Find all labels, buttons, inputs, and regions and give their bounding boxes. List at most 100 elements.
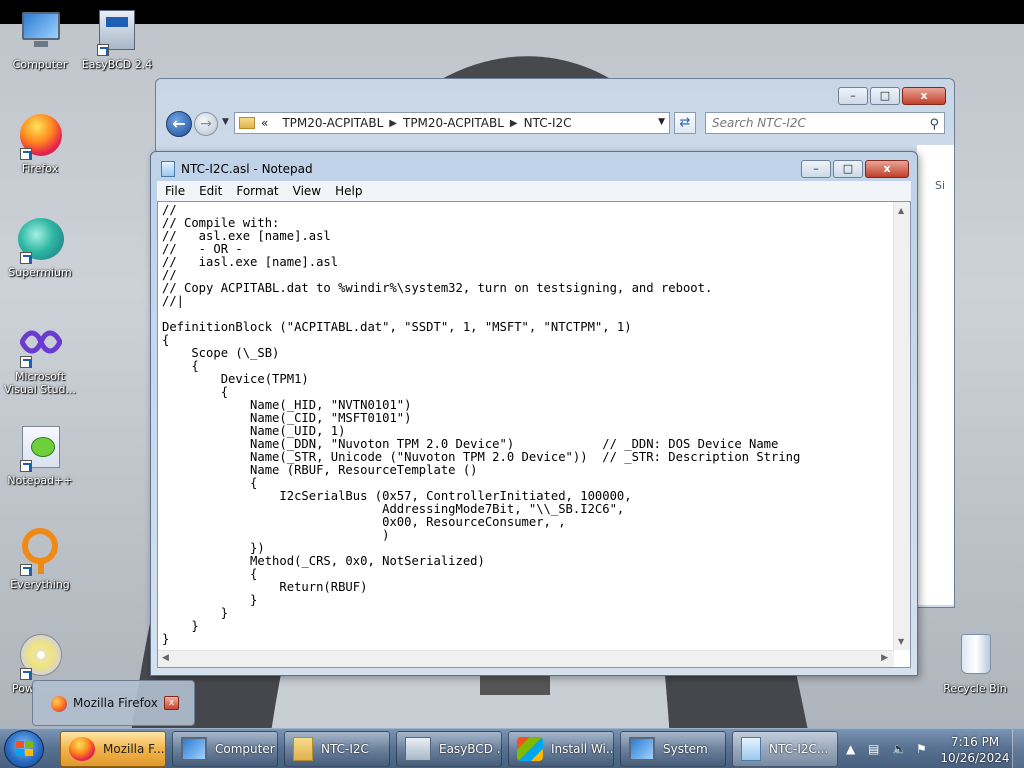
scroll-up-icon[interactable]: ▲	[898, 206, 904, 215]
recycle-bin-icon	[951, 632, 999, 680]
taskbar-button-computer[interactable]: Computer	[172, 731, 278, 767]
menu-edit[interactable]: Edit	[191, 184, 228, 198]
desktop: Computer EasyBCD 2.4 Firefox Supermium M…	[0, 0, 1024, 728]
taskbar-button-label: NTC-I2C	[321, 742, 369, 756]
explorer-window-controls: – □ x	[838, 87, 946, 105]
close-icon[interactable]: x	[164, 696, 179, 710]
notepad-window[interactable]: NTC-I2C.asl - Notepad – □ x File Edit Fo…	[150, 151, 918, 676]
address-bar[interactable]: « TPM20-ACPITABL ▶ TPM20-ACPITABL ▶ NTC-…	[234, 112, 670, 134]
desktop-icon-label: Supermium	[8, 266, 72, 279]
taskbar-button-install-windows[interactable]: Install Wi...	[508, 731, 614, 767]
breadcrumb-item[interactable]: NTC-I2C	[524, 116, 572, 130]
desktop-icon-label: EasyBCD 2.4	[81, 58, 153, 71]
breadcrumb-overflow[interactable]: «	[261, 116, 268, 130]
desktop-icon-label: Firefox	[21, 162, 59, 175]
firefox-icon	[51, 696, 67, 712]
window-title: NTC-I2C.asl - Notepad	[161, 161, 313, 177]
window-title-text: NTC-I2C.asl - Notepad	[181, 162, 313, 176]
notepad-icon[interactable]	[161, 161, 175, 177]
refresh-button[interactable]: ⇄	[674, 112, 696, 134]
taskbar-button-label: NTC-I2C...	[769, 742, 829, 756]
menu-bar: File Edit Format View Help	[157, 181, 911, 201]
folder-icon	[293, 737, 313, 761]
notepad-icon	[741, 737, 761, 761]
clock[interactable]: 7:16 PM 10/26/2024	[940, 734, 1010, 766]
taskbar-button-notepad[interactable]: NTC-I2C...	[732, 731, 838, 767]
close-button[interactable]: x	[902, 87, 946, 105]
taskbar-button-firefox[interactable]: Mozilla F...	[60, 731, 166, 767]
menu-help[interactable]: Help	[327, 184, 368, 198]
firefox-icon	[16, 112, 64, 160]
taskbar-button-ntc-i2c-folder[interactable]: NTC-I2C	[284, 731, 390, 767]
chevron-down-icon[interactable]: ▼	[658, 117, 665, 127]
desktop-icon-everything[interactable]: Everything	[0, 528, 80, 591]
taskbar-button-label: Mozilla F...	[103, 742, 165, 756]
taskbar-thumbnail-popup[interactable]: Mozilla Firefox x	[32, 680, 195, 726]
network-icon[interactable]: ▤	[868, 742, 879, 756]
vertical-scrollbar[interactable]: ▲ ▼	[893, 202, 910, 650]
folder-icon	[239, 117, 255, 129]
notepad-plus-plus-icon	[16, 424, 64, 472]
breadcrumb-item[interactable]: TPM20-ACPITABL	[282, 116, 383, 130]
maximize-button[interactable]: □	[870, 87, 900, 105]
cd-icon	[16, 632, 64, 680]
taskbar-button-easybcd[interactable]: EasyBCD ...	[396, 731, 502, 767]
desktop-icon-label: Recycle Bin	[943, 682, 1007, 695]
search-icon[interactable]: ⚲	[929, 115, 939, 135]
close-button[interactable]: x	[865, 160, 909, 178]
notepad-window-controls: – □ x	[801, 160, 909, 178]
minimize-button[interactable]: –	[838, 87, 868, 105]
scroll-right-icon[interactable]: ▶	[881, 653, 888, 663]
maximize-button[interactable]: □	[833, 160, 863, 178]
clock-time: 7:16 PM	[950, 735, 1000, 749]
recent-pages-dropdown[interactable]: ▼	[222, 117, 229, 127]
chevron-right-icon[interactable]: ▶	[510, 118, 518, 129]
desktop-icon-label: Notepad++	[7, 474, 73, 487]
show-desktop-button[interactable]	[1012, 729, 1024, 768]
file-list[interactable]: Si	[916, 145, 954, 605]
back-button[interactable]: ←	[166, 111, 192, 137]
desktop-icon-recycle-bin[interactable]: Recycle Bin	[935, 632, 1015, 695]
desktop-icon-computer[interactable]: Computer	[0, 8, 80, 71]
forward-button[interactable]: →	[194, 112, 218, 136]
supermium-icon	[16, 216, 64, 264]
scroll-down-icon[interactable]: ▼	[898, 637, 904, 646]
chevron-right-icon[interactable]: ▶	[389, 118, 397, 129]
menu-file[interactable]: File	[157, 184, 191, 198]
column-header-size[interactable]: Si	[935, 179, 945, 192]
easybcd-icon	[93, 8, 141, 56]
search-placeholder: Search NTC-I2C	[712, 116, 806, 130]
desktop-icon-label: Microsoft Visual Stud...	[3, 370, 77, 396]
menu-view[interactable]: View	[285, 184, 327, 198]
search-input[interactable]: Search NTC-I2C ⚲	[705, 112, 945, 134]
desktop-icon-notepad-plus-plus[interactable]: Notepad++	[0, 424, 80, 487]
everything-icon	[16, 528, 64, 576]
desktop-icon-visual-studio[interactable]: Microsoft Visual Stud...	[0, 320, 80, 396]
action-center-flag-icon[interactable]: ⚑	[916, 742, 927, 756]
desktop-icon-easybcd[interactable]: EasyBCD 2.4	[77, 8, 157, 71]
windows-setup-icon	[517, 737, 543, 761]
popup-label: Mozilla Firefox	[73, 696, 158, 710]
show-hidden-icons-icon[interactable]: ▲	[846, 742, 855, 756]
desktop-icon-label: Computer	[12, 58, 68, 71]
taskbar-button-label: Computer	[215, 742, 275, 756]
system-icon	[629, 737, 655, 761]
minimize-button[interactable]: –	[801, 160, 831, 178]
visual-studio-icon	[16, 320, 64, 368]
editor-content[interactable]: // // Compile with: // asl.exe [name].as…	[162, 204, 892, 646]
desktop-icon-firefox[interactable]: Firefox	[0, 112, 80, 175]
menu-format[interactable]: Format	[228, 184, 284, 198]
desktop-icon-supermium[interactable]: Supermium	[0, 216, 80, 279]
firefox-icon	[69, 737, 95, 761]
taskbar-button-system[interactable]: System	[620, 731, 726, 767]
clock-date: 10/26/2024	[940, 751, 1010, 765]
volume-muted-icon[interactable]: 🔈	[892, 742, 907, 756]
breadcrumb-item[interactable]: TPM20-ACPITABL	[403, 116, 504, 130]
text-editor[interactable]: // // Compile with: // asl.exe [name].as…	[157, 201, 911, 668]
taskbar-button-label: EasyBCD ...	[439, 742, 501, 756]
computer-icon	[16, 8, 64, 56]
windows-logo-icon	[16, 741, 34, 757]
scroll-left-icon[interactable]: ◀	[162, 653, 169, 663]
start-button[interactable]	[4, 730, 44, 768]
horizontal-scrollbar[interactable]: ◀ ▶	[158, 650, 894, 667]
